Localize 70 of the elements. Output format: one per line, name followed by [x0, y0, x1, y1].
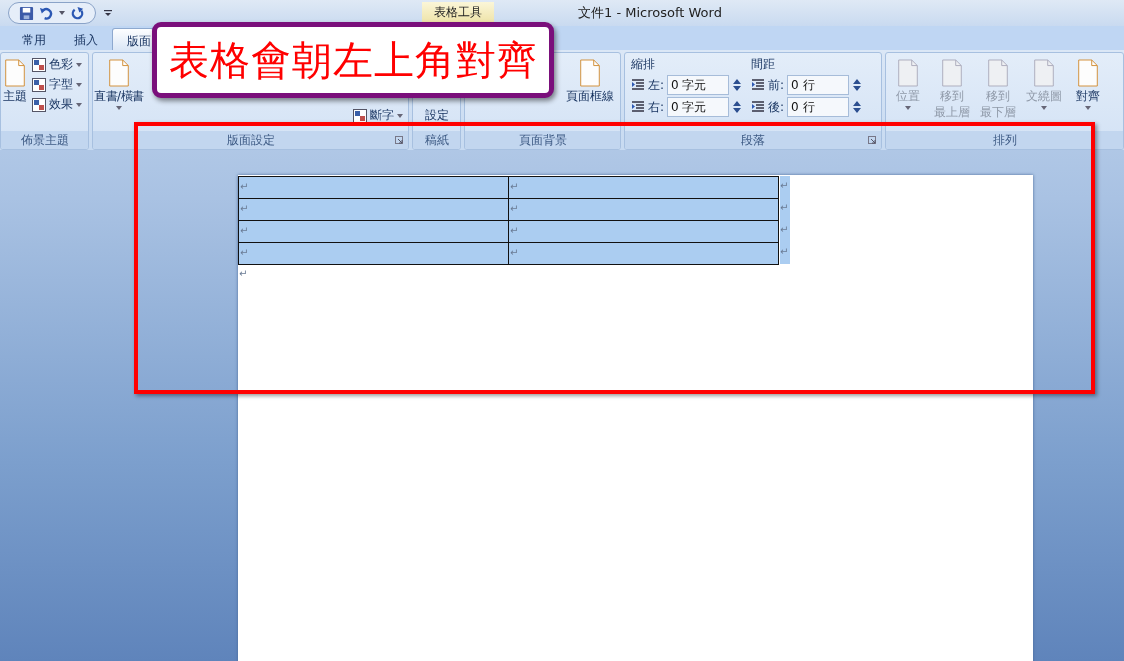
save-icon[interactable]	[19, 5, 34, 21]
ribbon-tab[interactable]: 版面	[112, 28, 154, 50]
spinner-arrows-icon[interactable]	[733, 101, 742, 113]
end-of-row-mark: ↵	[780, 176, 790, 198]
end-of-row-mark: ↵	[780, 242, 790, 264]
document-icon	[985, 58, 1011, 88]
paragraph-mark: ↵	[239, 268, 249, 279]
section-label: 縮排	[631, 56, 656, 73]
spinner-arrows-icon[interactable]	[733, 79, 742, 91]
spin-field[interactable]: 0 行	[787, 75, 850, 95]
spin-field[interactable]: 0 字元	[667, 97, 730, 117]
field-label: 後:	[768, 98, 785, 116]
table-cell: ↵	[508, 220, 779, 243]
ribbon-button[interactable]: 直書/橫書	[94, 56, 144, 124]
end-of-row-mark: ↵	[780, 198, 790, 220]
document-icon	[1075, 58, 1101, 88]
table-cell: ↵	[508, 176, 779, 199]
callout-text: 表格會朝左上角對齊	[152, 22, 554, 98]
group-label: 段落	[741, 131, 765, 149]
spinner-arrows-icon[interactable]	[853, 101, 862, 113]
ribbon-button[interactable]: 頁面框線	[563, 56, 617, 131]
ribbon-button[interactable]: 主題	[1, 56, 28, 131]
section-label: 間距	[751, 56, 777, 73]
square-icon	[32, 57, 46, 72]
dialog-launcher-icon[interactable]	[395, 136, 403, 144]
table-cell: ↵	[508, 198, 779, 221]
table-cell: ↵	[508, 242, 779, 265]
ribbon-button[interactable]: 設定	[422, 107, 451, 124]
indent-icon	[751, 100, 766, 114]
square-icon	[353, 108, 367, 123]
document-icon	[577, 58, 603, 88]
table-cell: ↵	[238, 220, 509, 243]
indent-icon	[751, 78, 766, 92]
spin-field[interactable]: 0 行	[787, 97, 850, 117]
ribbon-button[interactable]: 色彩	[30, 56, 84, 73]
window-title: 文件1 - Microsoft Word	[578, 4, 722, 22]
field-label: 前:	[768, 76, 785, 94]
ribbon-button[interactable]: 對齊	[1069, 56, 1107, 131]
ribbon-tab[interactable]: 插入	[60, 28, 112, 50]
document-icon	[895, 58, 921, 88]
group-label: 佈景主題	[20, 131, 69, 149]
spinner-arrows-icon[interactable]	[853, 79, 862, 91]
table-cell: ↵	[238, 242, 509, 265]
square-icon	[32, 77, 46, 92]
ribbon-button[interactable]: 字型	[30, 76, 84, 93]
ribbon-tab[interactable]: 常用	[8, 28, 60, 50]
group-label: 版面設定	[226, 131, 275, 149]
table-cell: ↵	[238, 176, 509, 199]
group-label: 排列	[992, 131, 1017, 149]
square-icon	[32, 97, 46, 112]
spin-field[interactable]: 0 字元	[667, 75, 730, 95]
indent-icon	[631, 78, 645, 92]
group-label: 稿紙	[424, 131, 449, 149]
caret-icon[interactable]	[59, 11, 65, 15]
document-icon	[939, 58, 965, 88]
end-of-row-mark: ↵	[780, 220, 790, 242]
indent-icon	[631, 100, 645, 114]
customize-toolbar-icon[interactable]	[104, 9, 112, 17]
redo-icon[interactable]	[70, 5, 85, 21]
dialog-launcher-icon[interactable]	[868, 136, 876, 144]
table-cell: ↵	[238, 198, 509, 221]
contextual-tab-label: 表格工具	[422, 2, 494, 23]
undo-icon[interactable]	[39, 5, 54, 21]
field-label: 右:	[648, 98, 665, 116]
field-label: 左:	[648, 76, 665, 94]
ribbon-button[interactable]: 斷字	[351, 107, 405, 124]
ribbon-button[interactable]: 效果	[30, 96, 84, 113]
group-label: 頁面背景	[518, 131, 567, 149]
document-icon	[1031, 58, 1057, 88]
document-icon	[2, 58, 28, 88]
